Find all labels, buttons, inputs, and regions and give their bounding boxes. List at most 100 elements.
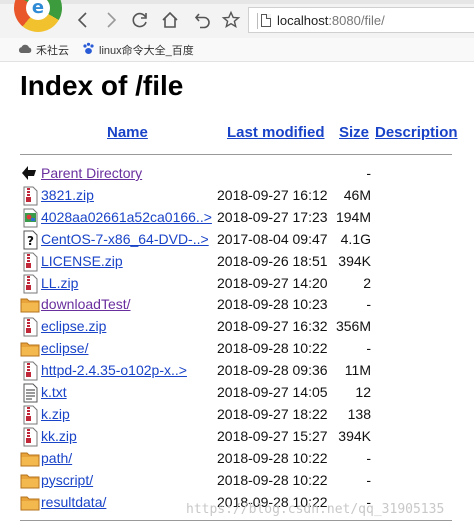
last-modified-cell: 2018-09-28 10:22 — [217, 471, 328, 488]
last-modified-cell: 2017-08-04 09:47 — [217, 230, 328, 247]
size-cell: 11M — [344, 362, 371, 379]
text-file-icon[interactable] — [20, 383, 40, 403]
size-cell: 4.1G — [340, 230, 371, 247]
table-row: LL.zip 2018-09-27 14:20 2 — [20, 273, 460, 295]
archive-icon[interactable] — [20, 252, 40, 272]
size-cell: - — [366, 340, 371, 357]
column-header-last-modified[interactable]: Last modified — [227, 124, 325, 141]
file-link[interactable]: eclipse.zip — [41, 318, 106, 334]
address-text[interactable]: localhost:8080/file/ — [277, 13, 385, 28]
size-cell: 12 — [355, 384, 371, 400]
folder-icon[interactable] — [20, 295, 40, 315]
file-link[interactable]: Parent Directory — [41, 165, 142, 181]
tab-strip — [0, 0, 474, 4]
archive-icon[interactable] — [20, 361, 40, 381]
bookmark-item[interactable]: 禾社云 — [18, 42, 69, 58]
last-modified-cell: 2018-09-27 15:27 — [217, 427, 328, 444]
image-file-icon[interactable] — [20, 208, 40, 228]
file-link[interactable]: 4028aa02661a52ca0166..> — [41, 209, 212, 225]
table-row: httpd-2.4.35-o102p-x..> 2018-09-28 09:36 1… — [20, 360, 460, 382]
archive-icon[interactable] — [20, 405, 40, 425]
file-link[interactable]: LICENSE.zip — [41, 253, 123, 269]
folder-icon[interactable] — [20, 471, 40, 491]
table-row: k.txt 2018-09-27 14:05 12 — [20, 382, 460, 404]
folder-icon[interactable] — [20, 339, 40, 359]
page-title: Index of /file — [20, 70, 184, 101]
bookmarks-bar: 禾社云 linux命令大全_百度 — [0, 38, 474, 62]
file-link[interactable]: downloadTest/ — [41, 296, 131, 312]
archive-icon[interactable] — [20, 186, 40, 206]
file-link[interactable]: CentOS-7-x86_64-DVD-..> — [41, 231, 209, 247]
size-cell: - — [366, 471, 371, 488]
table-row: pyscript/2018-09-28 10:22 - — [20, 470, 460, 492]
back-arrow-icon[interactable] — [20, 164, 40, 184]
table-row: ? CentOS-7-x86_64-DVD-..> 2017-08-04 09:47… — [20, 229, 460, 251]
archive-icon[interactable] — [20, 427, 40, 447]
baidu-paw-icon — [82, 42, 95, 58]
last-modified-cell: 2018-09-27 18:22 — [217, 405, 328, 422]
table-row: eclipse.zip 2018-09-27 16:32 356M — [20, 316, 460, 338]
file-link[interactable]: k.txt — [41, 384, 67, 400]
last-modified-cell: 2018-09-27 14:05 — [217, 384, 328, 400]
table-row: 3821.zip 2018-09-27 16:12 46M — [20, 185, 460, 207]
header-divider — [20, 154, 452, 155]
table-row: eclipse/2018-09-28 10:22 - — [20, 338, 460, 360]
undo-icon[interactable] — [192, 9, 214, 31]
unknown-file-icon[interactable]: ? — [20, 230, 40, 250]
table-row: LICENSE.zip 2018-09-26 18:51 394K — [20, 251, 460, 273]
size-cell: - — [366, 296, 371, 313]
page-icon — [261, 14, 271, 27]
browser-toolbar: e localhost:8080/file/ — [0, 0, 474, 38]
folder-icon[interactable] — [20, 449, 40, 469]
file-link[interactable]: pyscript/ — [41, 472, 93, 488]
size-cell: - — [366, 165, 371, 181]
file-link[interactable]: LL.zip — [41, 275, 78, 291]
last-modified-cell: 2018-09-27 16:32 — [217, 318, 328, 335]
archive-icon[interactable] — [20, 274, 40, 294]
back-icon[interactable] — [72, 9, 94, 31]
file-link[interactable]: eclipse/ — [41, 340, 88, 356]
last-modified-cell: 2018-09-28 10:22 — [217, 449, 328, 466]
size-cell: - — [366, 449, 371, 466]
archive-icon[interactable] — [20, 317, 40, 337]
forward-icon[interactable] — [100, 9, 122, 31]
bookmark-item[interactable]: linux命令大全_百度 — [82, 42, 194, 58]
last-modified-cell: 2018-09-28 10:23 — [217, 296, 328, 313]
star-icon[interactable] — [220, 9, 242, 31]
size-cell: 2 — [363, 274, 371, 291]
last-modified-cell: 2018-09-28 09:36 — [217, 362, 328, 379]
last-modified-cell: 2018-09-26 18:51 — [217, 252, 328, 269]
table-row: 4028aa02661a52ca0166..> 2018-09-27 17:23 1… — [20, 207, 460, 229]
last-modified-cell: 2018-09-27 14:20 — [217, 274, 328, 291]
footer-divider — [20, 520, 452, 521]
svg-text:?: ? — [27, 234, 34, 248]
size-cell: 394K — [338, 427, 371, 444]
table-row: kk.zip 2018-09-27 15:27 394K — [20, 426, 460, 448]
table-row: downloadTest/2018-09-28 10:23 - — [20, 294, 460, 316]
table-row: path/2018-09-28 10:22 - — [20, 448, 460, 470]
size-cell: 138 — [347, 405, 371, 422]
file-link[interactable]: path/ — [41, 450, 72, 466]
file-link[interactable]: 3821.zip — [41, 187, 94, 203]
folder-icon[interactable] — [20, 493, 40, 513]
refresh-icon[interactable] — [129, 9, 151, 31]
parent-directory-row: Parent Directory - — [20, 163, 460, 185]
size-cell: 356M — [335, 318, 371, 335]
file-link[interactable]: k.zip — [41, 406, 70, 422]
file-link[interactable]: httpd-2.4.35-o102p-x..> — [41, 362, 187, 378]
cloud-icon — [18, 43, 32, 58]
file-link[interactable]: kk.zip — [41, 428, 77, 444]
column-header-size[interactable]: Size — [339, 124, 369, 141]
size-cell: 46M — [343, 186, 371, 203]
home-icon[interactable] — [159, 9, 181, 31]
column-header-description[interactable]: Description — [375, 124, 458, 141]
watermark: https://blog.csdn.net/qq_31905135 — [186, 502, 445, 517]
address-bar[interactable]: localhost:8080/file/ — [248, 7, 474, 33]
browser-logo-icon[interactable]: e — [14, 0, 62, 32]
column-header-name[interactable]: Name — [107, 124, 148, 141]
last-modified-cell: 2018-09-28 10:22 — [217, 340, 328, 357]
size-cell: 194M — [335, 208, 371, 225]
file-link[interactable]: resultdata/ — [41, 494, 106, 510]
table-row: k.zip 2018-09-27 18:22 138 — [20, 404, 460, 426]
last-modified-cell: 2018-09-27 16:12 — [217, 186, 328, 203]
